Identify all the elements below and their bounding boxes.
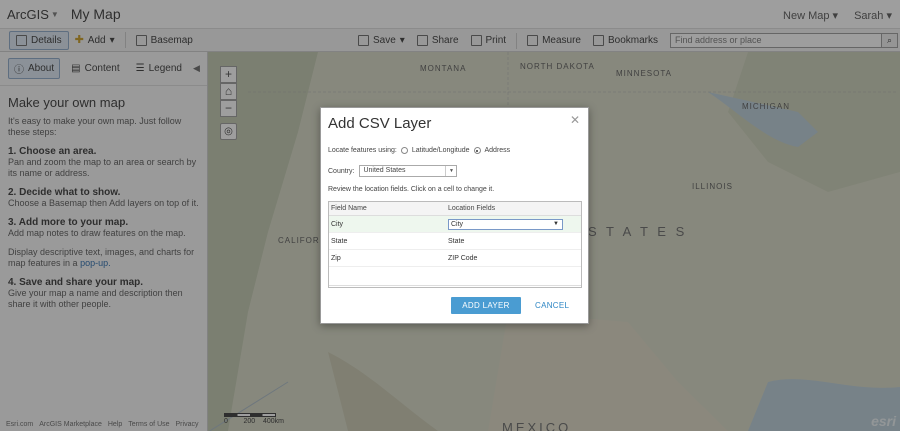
table-row[interactable]: City City ▼ (329, 216, 581, 233)
location-field-cell[interactable]: ZIP Code (448, 250, 581, 266)
locate-label: Locate features using: (328, 147, 397, 154)
address-radio[interactable] (473, 147, 481, 154)
location-field-cell[interactable]: State (448, 233, 581, 249)
table-header: Field Name Location Fields (329, 202, 581, 216)
column-header: Location Fields (448, 205, 496, 212)
close-icon[interactable]: ✕ (570, 113, 580, 127)
chevron-down-icon: ▼ (445, 166, 456, 176)
country-row: Country: United States ▼ (328, 165, 458, 177)
field-name-cell: State (331, 238, 348, 245)
dialog-title: Add CSV Layer (328, 115, 432, 132)
cancel-button[interactable]: CANCEL (535, 297, 569, 314)
chevron-down-icon: ▼ (553, 221, 559, 227)
field-name-cell: City (331, 221, 344, 228)
table-empty-row (329, 267, 581, 286)
column-header: Field Name (331, 205, 367, 212)
add-csv-layer-dialog: Add CSV Layer ✕ Locate features using: L… (320, 107, 589, 324)
country-select[interactable]: United States ▼ (359, 165, 458, 177)
location-field-select[interactable]: City ▼ (448, 219, 563, 230)
latlong-radio[interactable] (400, 147, 408, 154)
locate-features-row: Locate features using: Latitude/Longitud… (328, 147, 510, 154)
field-name-cell: Zip (331, 255, 341, 262)
location-fields-table: Field Name Location Fields City City ▼ S… (328, 201, 582, 288)
latlong-label: Latitude/Longitude (411, 147, 470, 154)
fields-hint: Review the location fields. Click on a c… (328, 186, 495, 193)
table-row[interactable]: Zip ZIP Code (329, 250, 581, 267)
table-row[interactable]: State State (329, 233, 581, 250)
add-layer-button[interactable]: ADD LAYER (451, 297, 521, 314)
address-label: Address (484, 147, 511, 154)
country-label: Country: (328, 167, 355, 175)
